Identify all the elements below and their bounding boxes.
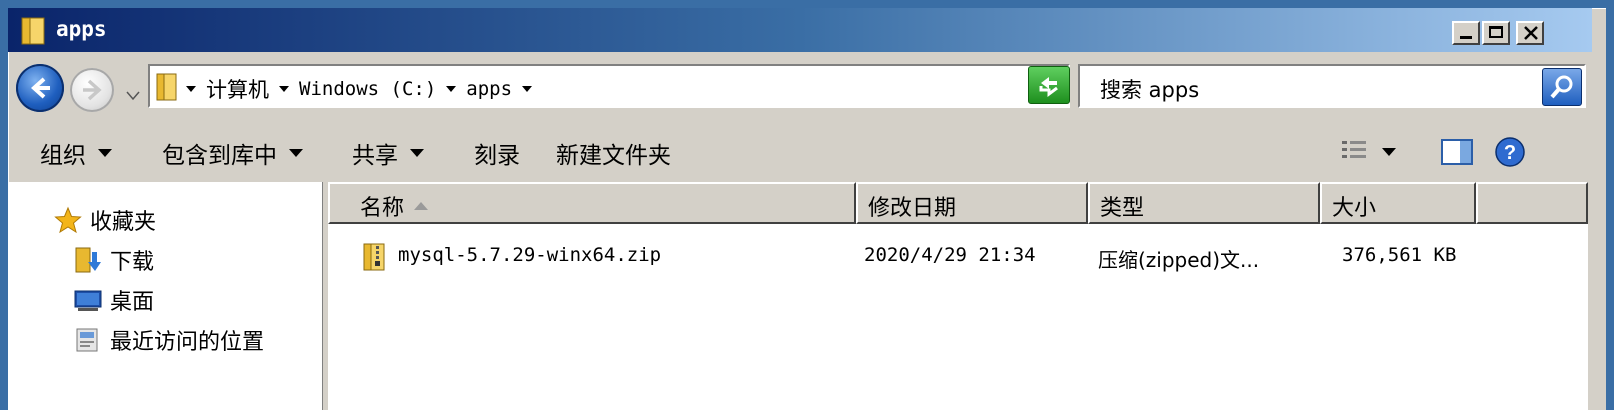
- folder-icon: [156, 72, 180, 108]
- nav-item-recent-places[interactable]: 最近访问的位置: [74, 324, 264, 356]
- arrow-left-icon: [31, 77, 50, 99]
- help-button[interactable]: ?: [1494, 136, 1526, 168]
- help-icon: ?: [1495, 137, 1525, 167]
- breadcrumb: 计算机 Windows (C:) apps: [186, 74, 533, 104]
- file-list: 名称 修改日期 类型 大小 mysql-5.7.29-winx64.zip 20…: [328, 182, 1588, 410]
- preview-pane-icon: [1441, 139, 1473, 165]
- minimize-button[interactable]: [1452, 21, 1480, 45]
- sort-ascending-icon: [414, 202, 429, 210]
- chevron-down-icon: [126, 91, 140, 101]
- close-button[interactable]: [1516, 21, 1544, 45]
- burn-button[interactable]: 刻录: [474, 136, 520, 170]
- nav-item-label: 最近访问的位置: [110, 330, 265, 355]
- search-button[interactable]: [1542, 68, 1582, 106]
- preview-pane-button[interactable]: [1440, 138, 1474, 166]
- back-button[interactable]: [16, 64, 64, 112]
- folder-icon: [20, 16, 48, 52]
- view-list-icon: [1342, 141, 1366, 158]
- breadcrumb-item-drive[interactable]: Windows (C:): [299, 78, 436, 100]
- file-name[interactable]: mysql-5.7.29-winx64.zip: [398, 244, 661, 266]
- window-title: apps: [56, 17, 107, 41]
- desktop-icon: [74, 290, 102, 311]
- command-bar: 组织 包含到库中 共享 刻录 新建文件夹 ?: [8, 128, 1592, 176]
- chevron-down-icon: [1382, 148, 1396, 156]
- address-row: 计算机 Windows (C:) apps 搜索 apps: [8, 56, 1592, 120]
- chevron-down-icon: [289, 149, 303, 157]
- share-label: 共享: [352, 143, 398, 169]
- recent-places-icon: [76, 328, 98, 352]
- navigation-pane: 收藏夹 下载 桌面 最近访问的位置: [8, 182, 322, 410]
- chevron-down-icon[interactable]: [522, 86, 533, 92]
- chevron-down-icon: [98, 149, 112, 157]
- include-in-library-label: 包含到库中: [162, 143, 277, 169]
- nav-item-favorites[interactable]: 收藏夹: [54, 204, 156, 236]
- file-modified: 2020/4/29 21:34: [864, 244, 1036, 266]
- column-header-modified[interactable]: 修改日期: [856, 182, 1088, 224]
- chevron-down-icon[interactable]: [279, 86, 289, 92]
- address-bar[interactable]: 计算机 Windows (C:) apps: [148, 64, 1142, 108]
- nav-item-label: 收藏夹: [90, 210, 157, 235]
- column-header-label: 大小: [1332, 196, 1377, 221]
- recent-pages-dropdown[interactable]: [126, 82, 140, 107]
- column-header-type[interactable]: 类型: [1088, 182, 1320, 224]
- new-folder-button[interactable]: 新建文件夹: [556, 136, 671, 170]
- svg-text:?: ?: [1504, 142, 1516, 164]
- breadcrumb-item-computer[interactable]: 计算机: [206, 74, 269, 104]
- search-icon: [1550, 75, 1573, 99]
- search-input[interactable]: 搜索 apps: [1078, 64, 1586, 108]
- column-header-label: 名称: [360, 196, 405, 221]
- chevron-down-icon: [410, 149, 424, 157]
- chevron-down-icon[interactable]: [186, 86, 196, 92]
- title-bar[interactable]: apps: [8, 8, 1592, 52]
- maximize-icon: [1489, 26, 1503, 38]
- breadcrumb-item-apps[interactable]: apps: [466, 78, 512, 100]
- nav-item-desktop[interactable]: 桌面: [74, 284, 154, 316]
- file-size: 376,561 KB: [1342, 244, 1457, 266]
- minimize-icon: [1460, 36, 1472, 39]
- window-border: [1588, 182, 1606, 410]
- file-type: 压缩(zipped)文...: [1098, 248, 1260, 272]
- refresh-icon: [1039, 77, 1058, 97]
- arrow-right-icon: [83, 79, 102, 101]
- nav-item-label: 桌面: [110, 290, 155, 315]
- include-in-library-button[interactable]: 包含到库中: [162, 136, 303, 170]
- close-icon: [1524, 26, 1538, 40]
- refresh-button[interactable]: [1028, 66, 1070, 104]
- column-header-label: 类型: [1100, 196, 1145, 221]
- maximize-button[interactable]: [1482, 21, 1510, 45]
- downloads-icon: [75, 247, 101, 273]
- share-button[interactable]: 共享: [352, 136, 424, 170]
- column-header-name[interactable]: 名称: [328, 182, 856, 224]
- nav-item-downloads[interactable]: 下载: [74, 244, 154, 276]
- zip-folder-icon: [362, 242, 392, 277]
- burn-label: 刻录: [474, 143, 520, 169]
- nav-item-label: 下载: [110, 250, 155, 275]
- column-header-empty: [1476, 182, 1588, 224]
- forward-button[interactable]: [70, 68, 114, 112]
- search-placeholder: 搜索 apps: [1100, 78, 1200, 102]
- organize-label: 组织: [40, 143, 86, 169]
- view-options-button[interactable]: [1340, 138, 1396, 166]
- column-header-label: 修改日期: [868, 196, 957, 221]
- chevron-down-icon[interactable]: [446, 86, 457, 92]
- new-folder-label: 新建文件夹: [556, 143, 671, 169]
- star-icon: [54, 206, 82, 234]
- column-header-size[interactable]: 大小: [1320, 182, 1476, 224]
- organize-button[interactable]: 组织: [40, 136, 112, 170]
